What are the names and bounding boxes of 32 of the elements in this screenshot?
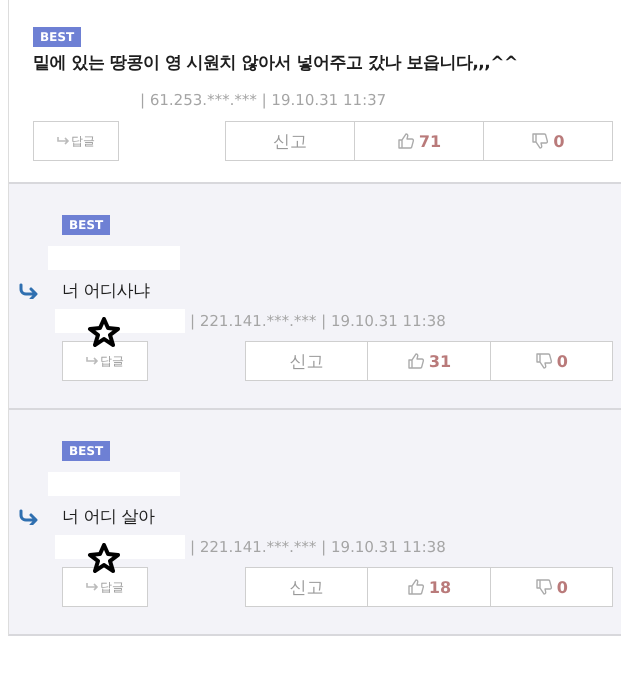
thumbs-up-icon: [396, 132, 415, 150]
thumbs-up-icon: [406, 578, 425, 596]
best-badge: BEST: [33, 27, 82, 47]
comment-meta: | 221.141.***.*** | 19.10.31 11:38: [190, 312, 446, 330]
reply-arrow-icon: [86, 583, 98, 591]
thumbs-down-icon: [534, 578, 553, 596]
comment-text: 너 어디 살아: [62, 506, 154, 529]
thumbs-down-icon: [534, 352, 553, 370]
best-badge: BEST: [62, 441, 110, 461]
reply-button[interactable]: 답글: [62, 341, 148, 381]
thumbs-down-icon: [531, 132, 550, 150]
dislike-button[interactable]: 0: [490, 567, 613, 607]
reply-arrow-icon: [18, 509, 40, 525]
comment-meta: | 61.253.***.*** | 19.10.31 11:37: [140, 91, 386, 109]
reply-arrow-icon: [86, 357, 98, 365]
reply-button[interactable]: 답글: [33, 121, 119, 161]
reply-arrow-icon: [57, 137, 69, 145]
like-button[interactable]: 31: [367, 341, 491, 381]
comment-meta: | 221.141.***.*** | 19.10.31 11:38: [190, 538, 446, 556]
report-button[interactable]: 신고: [245, 567, 368, 607]
dislike-button[interactable]: 0: [490, 341, 613, 381]
report-button[interactable]: 신고: [225, 121, 355, 161]
reply-button[interactable]: 답글: [62, 567, 148, 607]
like-button[interactable]: 18: [367, 567, 491, 607]
like-button[interactable]: 71: [354, 121, 484, 161]
comment-text: 밑에 있는 땅콩이 영 시원치 않아서 넣어주고 갔나 보읍니다,,,^^: [33, 52, 518, 75]
report-button[interactable]: 신고: [245, 341, 368, 381]
best-badge: BEST: [62, 215, 110, 235]
dislike-button[interactable]: 0: [483, 121, 613, 161]
comment-text: 너 어디사냐: [62, 280, 150, 303]
reply-arrow-icon: [18, 283, 40, 299]
thumbs-up-icon: [406, 352, 425, 370]
